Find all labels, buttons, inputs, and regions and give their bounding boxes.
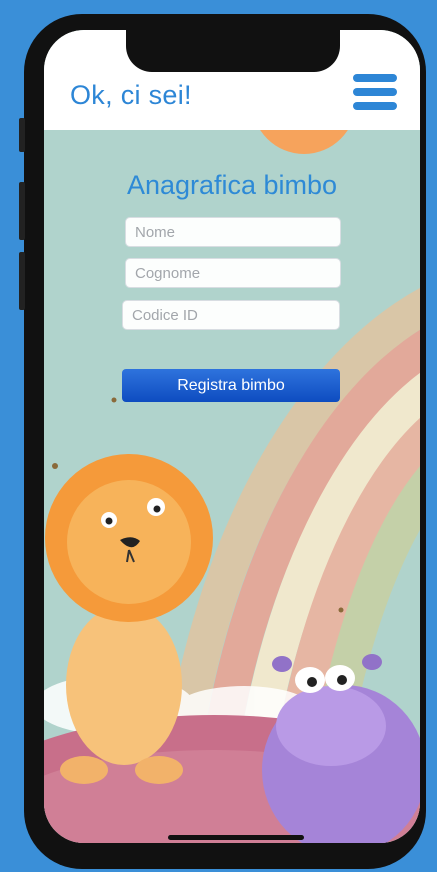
id-code-input[interactable] xyxy=(122,300,340,330)
phone-screen: Ok, ci sei! Anagrafica bimbo Registra bi… xyxy=(44,30,420,843)
home-indicator[interactable] xyxy=(168,835,304,840)
volume-down-button xyxy=(19,252,25,310)
form-title: Anagrafica bimbo xyxy=(126,170,338,200)
phone-notch xyxy=(126,30,340,72)
mute-switch xyxy=(19,118,25,152)
app-title: Ok, ci sei! xyxy=(70,80,192,110)
hamburger-menu-icon[interactable] xyxy=(353,74,397,114)
register-child-button[interactable]: Registra bimbo xyxy=(122,369,340,402)
first-name-input[interactable] xyxy=(125,217,341,247)
last-name-input[interactable] xyxy=(125,258,341,288)
volume-up-button xyxy=(19,182,25,240)
